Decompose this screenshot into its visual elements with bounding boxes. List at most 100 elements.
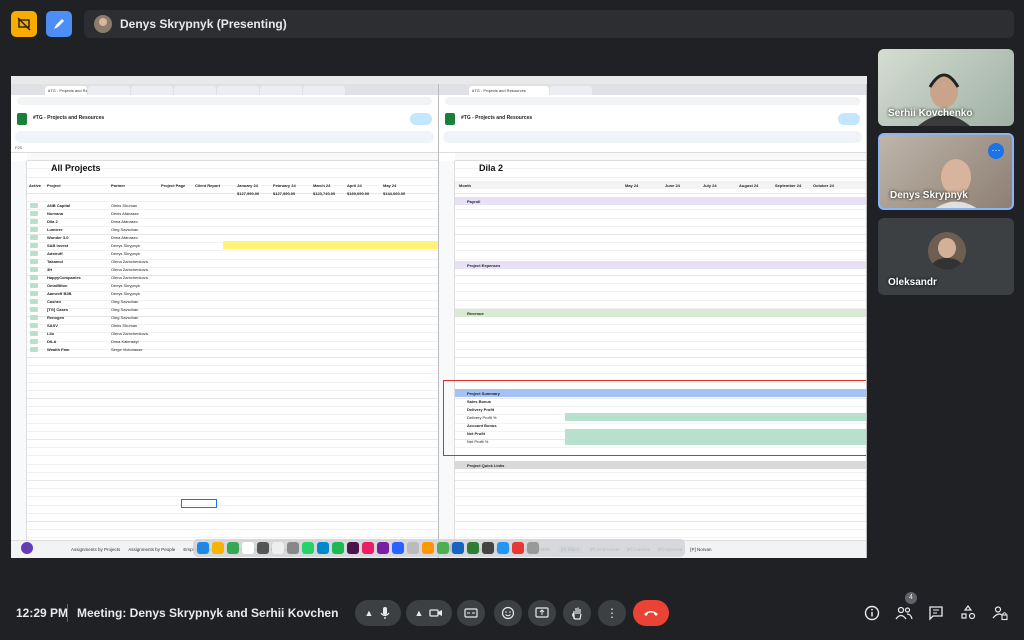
table-row[interactable]: SAB Invest Denys Skrypnyk	[27, 241, 438, 249]
spotify-icon[interactable]	[332, 542, 344, 554]
app-icon[interactable]	[512, 542, 524, 554]
app-icon[interactable]	[437, 542, 449, 554]
table-row[interactable]: OmniBiton Denys Skrypnyk	[27, 281, 438, 289]
table-row[interactable]: Cashex Oleg Savsohan	[27, 297, 438, 305]
table-row[interactable]: SASV Oleks Shuman	[27, 321, 438, 329]
browser-tab[interactable]: #TG - Projects and Resources	[469, 86, 549, 95]
chat-button[interactable]	[925, 602, 947, 624]
cells[interactable]: Dila 2 Month May 24 June 24 July 24 Augu…	[455, 161, 866, 540]
notion-icon[interactable]	[272, 542, 284, 554]
explore-icon[interactable]	[21, 542, 33, 554]
app-icon[interactable]	[227, 542, 239, 554]
active-toggle[interactable]	[30, 274, 38, 280]
browser-tab[interactable]	[174, 86, 216, 95]
app-icon[interactable]	[362, 542, 374, 554]
table-row[interactable]: Norvana Denis Afanasev	[27, 209, 438, 217]
active-toggle[interactable]	[30, 258, 38, 264]
active-toggle[interactable]	[30, 218, 38, 224]
participant-tile[interactable]: Oleksandr	[878, 218, 1014, 295]
active-toggle[interactable]	[30, 306, 38, 312]
finder-icon[interactable]	[197, 542, 209, 554]
meeting-info-button[interactable]	[861, 602, 883, 624]
excel-icon[interactable]	[467, 542, 479, 554]
camera-control[interactable]: ▲	[406, 600, 452, 626]
participant-tile[interactable]: Serhii Kovchenko	[878, 49, 1014, 126]
chrome-icon[interactable]	[212, 542, 224, 554]
table-row[interactable]: 3H Olena Zamchenkova	[27, 265, 438, 273]
camera-icon[interactable]	[429, 608, 443, 618]
share-button[interactable]	[409, 113, 432, 125]
app-icon[interactable]	[482, 542, 494, 554]
host-controls-button[interactable]	[989, 602, 1011, 624]
raise-hand-button[interactable]	[563, 600, 591, 626]
people-button[interactable]	[893, 602, 915, 624]
table-row[interactable]: [TG] Cases Oleg Savsohan	[27, 305, 438, 313]
url-field[interactable]	[17, 97, 432, 105]
active-toggle[interactable]	[30, 322, 38, 328]
app-icon[interactable]	[407, 542, 419, 554]
browser-tab[interactable]	[550, 86, 592, 95]
browser-tab[interactable]	[260, 86, 302, 95]
calendar-icon[interactable]	[242, 542, 254, 554]
table-row[interactable]: Aamroff B2B Denys Skrypnyk	[27, 289, 438, 297]
selected-cell[interactable]	[181, 499, 217, 508]
activities-button[interactable]	[957, 602, 979, 624]
zoom-icon[interactable]	[392, 542, 404, 554]
browser-tab[interactable]: #TG - Projects and Resources	[45, 86, 87, 95]
stop-presenting-icon[interactable]	[11, 11, 37, 37]
active-toggle[interactable]	[30, 210, 38, 216]
browser-tab[interactable]	[131, 86, 173, 95]
app-icon[interactable]	[287, 542, 299, 554]
browser-tab[interactable]	[217, 86, 259, 95]
chevron-up-icon[interactable]: ▲	[415, 608, 424, 618]
more-options-icon[interactable]: ⋯	[988, 143, 1004, 159]
share-button[interactable]	[837, 113, 860, 125]
reactions-button[interactable]	[494, 600, 522, 626]
app-icon[interactable]	[377, 542, 389, 554]
sheet-tab[interactable]: Assignments by Projects	[71, 547, 120, 552]
active-toggle[interactable]	[30, 298, 38, 304]
table-row[interactable]: Adstruff Denys Skrypnyk	[27, 249, 438, 257]
active-toggle[interactable]	[30, 290, 38, 296]
url-field[interactable]	[445, 97, 860, 105]
app-icon[interactable]	[497, 542, 509, 554]
slack-icon[interactable]	[347, 542, 359, 554]
app-icon[interactable]	[422, 542, 434, 554]
table-row[interactable]: Takamol Olena Zamchenkova	[27, 257, 438, 265]
sheet-tab[interactable]: [P] Norvan	[690, 547, 711, 552]
table-row[interactable]: Renogen Oleg Savsohan	[27, 313, 438, 321]
captions-button[interactable]	[457, 600, 485, 626]
present-button[interactable]	[528, 600, 556, 626]
table-row[interactable]: Wonder 3.0 Dima Afanasev	[27, 233, 438, 241]
active-toggle[interactable]	[30, 346, 38, 352]
active-toggle[interactable]	[30, 330, 38, 336]
active-toggle[interactable]	[30, 282, 38, 288]
annotate-icon[interactable]	[46, 11, 72, 37]
trash-icon[interactable]	[527, 542, 539, 554]
sheet-tab[interactable]: Assignments by People	[128, 547, 175, 552]
table-row[interactable]: Wealth Fam Serge Victoriause	[27, 345, 438, 353]
table-row[interactable]: ANB Capital Oleks Shuman	[27, 201, 438, 209]
table-row[interactable]: Dila 2 Dima Afanasev	[27, 217, 438, 225]
active-toggle[interactable]	[30, 266, 38, 272]
active-toggle[interactable]	[30, 226, 38, 232]
table-row[interactable]: Lilo Olena Zamchenkova	[27, 329, 438, 337]
active-toggle[interactable]	[30, 234, 38, 240]
whatsapp-icon[interactable]	[302, 542, 314, 554]
table-row[interactable]: HappyCompanies Olena Zamchenkova	[27, 273, 438, 281]
telegram-icon[interactable]	[317, 542, 329, 554]
chevron-up-icon[interactable]: ▲	[365, 608, 374, 618]
cells[interactable]: All Projects Active Project Partner Proj…	[27, 161, 438, 540]
more-options-button[interactable]: ⋮	[598, 600, 626, 626]
participant-tile-active[interactable]: ⋯ Denys Skrypnyk	[878, 133, 1014, 210]
table-row[interactable]: Lumiere Oleg Savsohan	[27, 225, 438, 233]
browser-tab[interactable]	[303, 86, 345, 95]
active-toggle[interactable]	[30, 250, 38, 256]
table-row[interactable]: DILA Dima Kalenskyi	[27, 337, 438, 345]
active-toggle[interactable]	[30, 338, 38, 344]
active-toggle[interactable]	[30, 242, 38, 248]
app-icon[interactable]	[257, 542, 269, 554]
active-toggle[interactable]	[30, 202, 38, 208]
mic-control[interactable]: ▲	[355, 600, 401, 626]
browser-tab[interactable]	[88, 86, 130, 95]
